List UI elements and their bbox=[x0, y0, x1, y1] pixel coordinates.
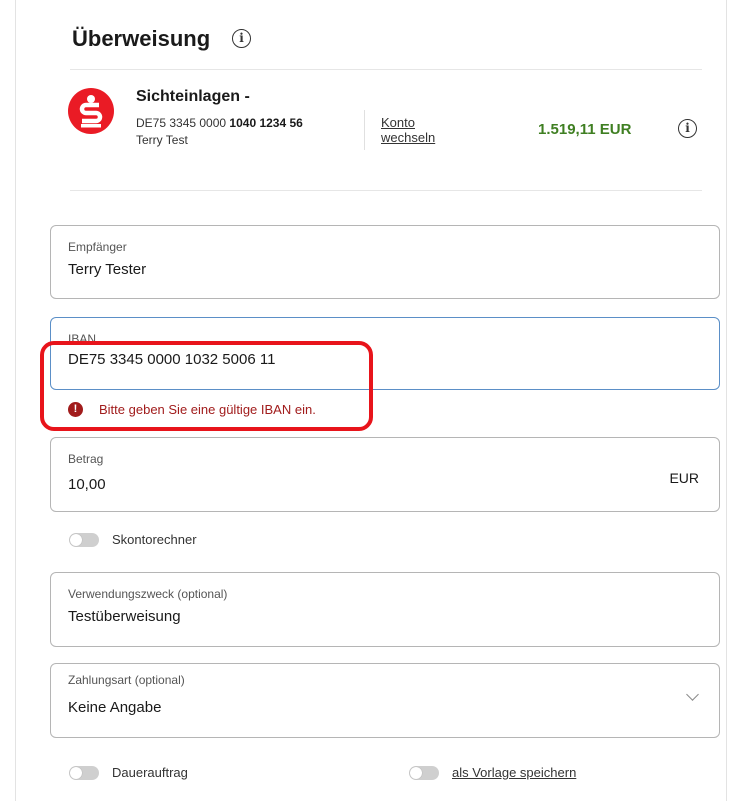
recipient-field[interactable]: Empfänger Terry Tester bbox=[50, 225, 720, 299]
standing-order-label: Dauerauftrag bbox=[112, 765, 188, 780]
purpose-value: Testüberweisung bbox=[68, 608, 181, 625]
amount-label: Betrag bbox=[68, 452, 104, 466]
chevron-down-icon bbox=[686, 688, 699, 701]
divider bbox=[70, 190, 702, 191]
purpose-field[interactable]: Verwendungszweck (optional) Testüberweis… bbox=[50, 572, 720, 647]
recipient-value: Terry Tester bbox=[68, 261, 147, 278]
account-balance: 1.519,11 EUR bbox=[538, 121, 632, 138]
account-name: Sichteinlagen - bbox=[136, 88, 250, 105]
account-owner: Terry Test bbox=[136, 133, 188, 147]
purpose-label: Verwendungszweck (optional) bbox=[68, 587, 228, 601]
save-template-link[interactable]: als Vorlage speichern bbox=[452, 765, 576, 780]
skonto-label: Skontorechner bbox=[112, 532, 197, 547]
payment-type-label: Zahlungsart (optional) bbox=[68, 673, 185, 687]
info-icon[interactable]: i bbox=[232, 29, 251, 48]
divider bbox=[70, 69, 702, 70]
amount-field[interactable]: Betrag 10,00 EUR bbox=[50, 437, 720, 512]
switch-account-link[interactable]: Konto wechseln bbox=[381, 115, 451, 145]
standing-order-toggle[interactable] bbox=[69, 766, 99, 780]
amount-value: 10,00 bbox=[68, 476, 106, 493]
currency-label: EUR bbox=[669, 470, 699, 486]
account-iban: DE75 3345 0000 1040 1234 56 bbox=[136, 116, 303, 130]
payment-type-select[interactable]: Zahlungsart (optional) Keine Angabe bbox=[50, 663, 720, 738]
skonto-toggle[interactable] bbox=[69, 533, 99, 547]
save-template-toggle[interactable] bbox=[409, 766, 439, 780]
payment-type-value: Keine Angabe bbox=[68, 699, 162, 716]
highlight-box bbox=[40, 341, 373, 431]
balance-info-icon[interactable]: i bbox=[678, 119, 697, 138]
recipient-label: Empfänger bbox=[68, 240, 127, 254]
left-border bbox=[15, 0, 16, 801]
right-border bbox=[726, 0, 727, 801]
page-title: Überweisung bbox=[72, 26, 211, 51]
sparkasse-logo-icon bbox=[68, 88, 114, 134]
separator bbox=[364, 110, 365, 150]
